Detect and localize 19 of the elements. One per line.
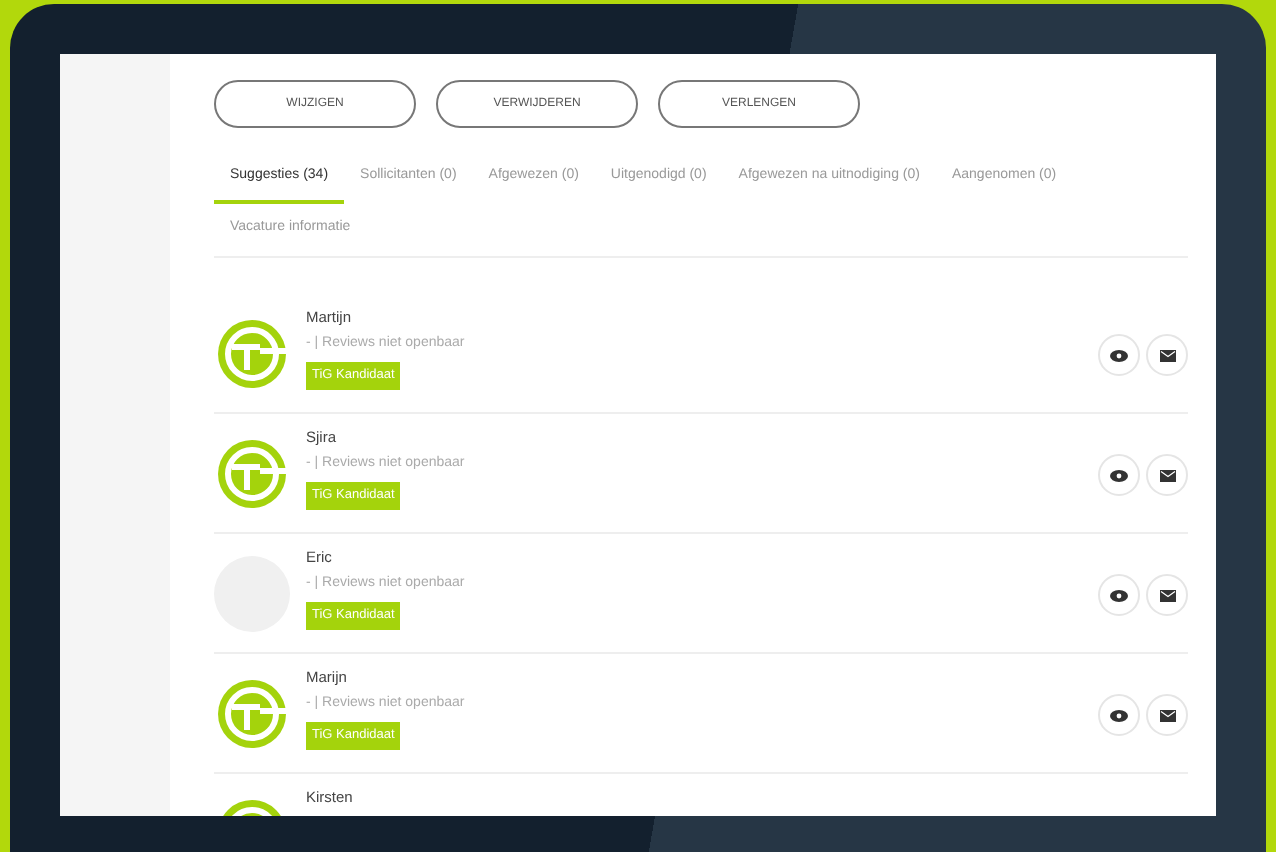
eye-icon	[1110, 709, 1128, 721]
view-button[interactable]	[1098, 574, 1140, 616]
mail-button[interactable]	[1146, 574, 1188, 616]
mail-button[interactable]	[1146, 694, 1188, 736]
view-button[interactable]	[1098, 334, 1140, 376]
eye-icon	[1110, 469, 1128, 481]
mail-button[interactable]	[1146, 334, 1188, 376]
envelope-icon	[1159, 589, 1175, 601]
eye-icon	[1110, 349, 1128, 361]
logo-avatar	[214, 436, 290, 512]
mail-button[interactable]	[1146, 454, 1188, 496]
logo-avatar	[214, 316, 290, 392]
envelope-icon	[1159, 469, 1175, 481]
logo-avatar	[214, 676, 290, 752]
view-button[interactable]	[1098, 454, 1140, 496]
view-button[interactable]	[1098, 694, 1140, 736]
envelope-icon	[1159, 349, 1175, 361]
eye-icon	[1110, 589, 1128, 601]
envelope-icon	[1159, 709, 1175, 721]
